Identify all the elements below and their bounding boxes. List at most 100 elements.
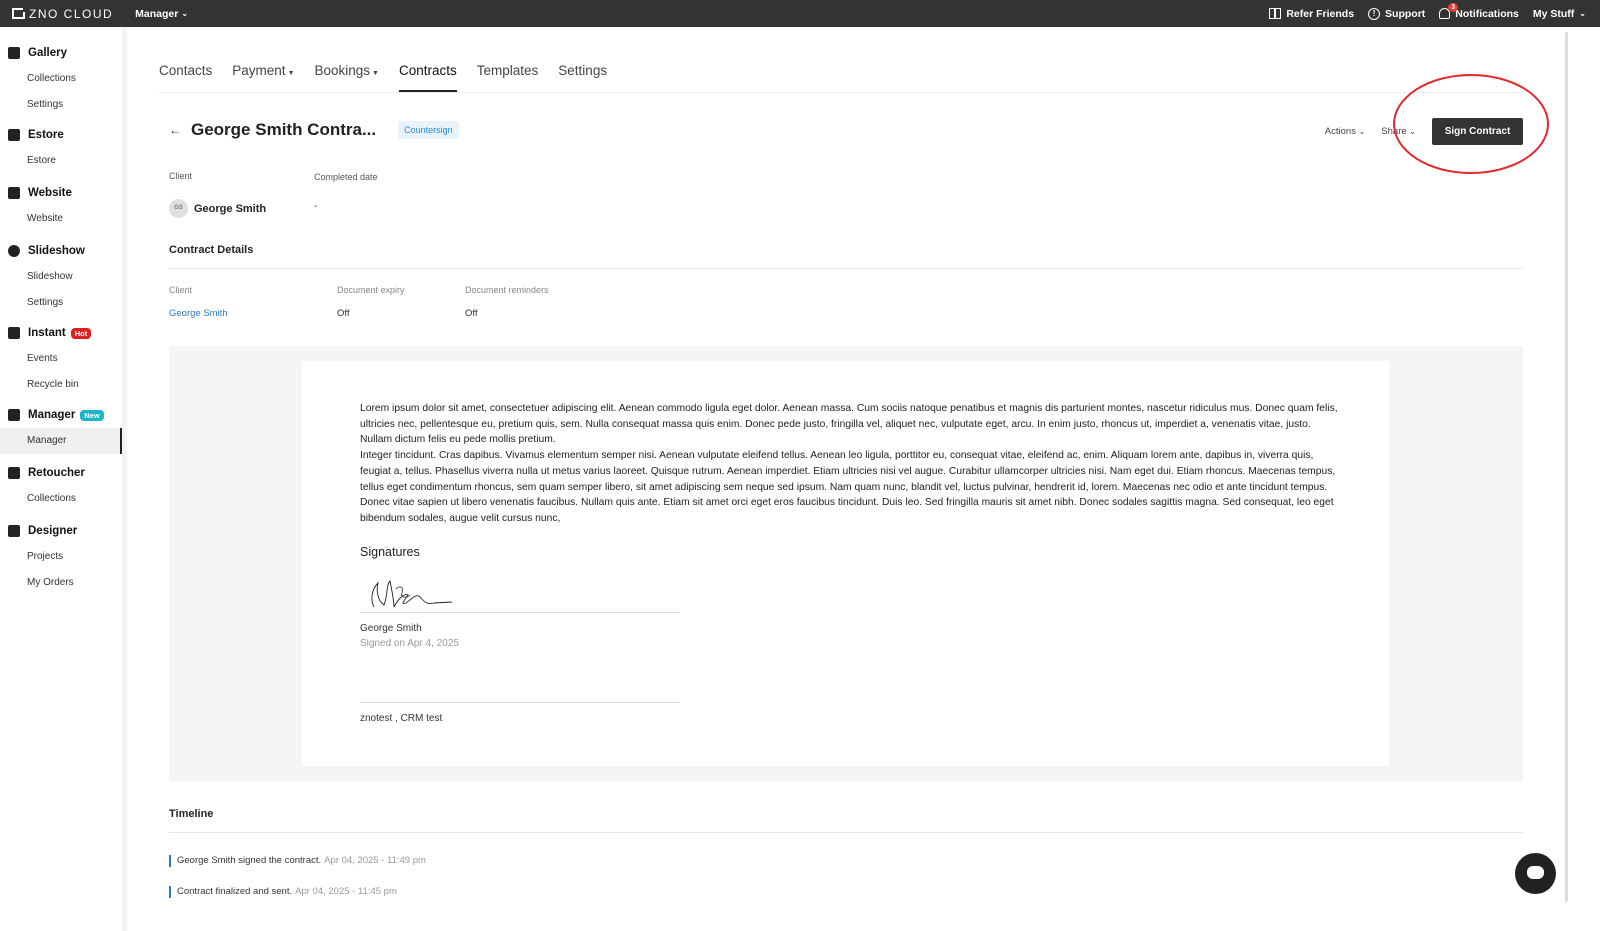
sidebar-item-estore[interactable]: Estore: [8, 122, 122, 148]
tab-label: Payment: [232, 63, 286, 78]
sidebar-item-instant[interactable]: Instant Hot: [8, 320, 122, 346]
divider: [169, 832, 1523, 833]
timeline-time: Apr 04, 2025 - 11:45 pm: [295, 886, 397, 897]
sidebar-item-designer[interactable]: Designer: [8, 518, 122, 544]
sidebar-item-label: Manager: [28, 409, 76, 421]
refer-friends-label: Refer Friends: [1286, 7, 1355, 20]
nav-group-manager: Manager New Manager: [0, 402, 122, 454]
logo-icon: [12, 8, 25, 19]
scrollbar[interactable]: [1565, 32, 1568, 902]
sidebar-item-gallery[interactable]: Gallery: [8, 40, 122, 66]
client-link[interactable]: George Smith: [169, 308, 228, 319]
scrollbar-track: [1565, 27, 1600, 931]
tab-bookings[interactable]: Bookings ▼: [315, 52, 379, 92]
nav-group-slideshow: Slideshow Slideshow Settings: [0, 238, 122, 316]
sidebar-item-gallery-settings[interactable]: Settings: [8, 92, 122, 118]
sidebar-item-website-sub[interactable]: Website: [8, 206, 122, 232]
brand-name: ZNO CLOUD: [29, 6, 114, 21]
brand-logo[interactable]: ZNO CLOUD: [12, 7, 113, 21]
timeline-item: George Smith signed the contract. Apr 04,…: [169, 855, 426, 867]
signature-image: [371, 580, 453, 608]
sidebar-item-instant-recycle[interactable]: Recycle bin: [8, 372, 122, 398]
document-paragraph-2: Integer tincidunt. Cras dapibus. Vivamus…: [360, 450, 1336, 524]
sidebar-item-manager-sub[interactable]: Manager: [0, 428, 122, 454]
avatar: GS: [169, 199, 188, 218]
main-content: Contacts Payment ▼ Bookings ▼ Contracts Te…: [127, 27, 1565, 931]
nav-group-instant: Instant Hot Events Recycle bin: [0, 320, 122, 398]
status-badge: Countersign: [398, 121, 459, 139]
sidebar-item-designer-projects[interactable]: Projects: [8, 544, 122, 570]
my-stuff-menu[interactable]: My Stuff ⌄: [1533, 8, 1586, 20]
info-icon: !: [1368, 7, 1381, 20]
sidebar-item-slideshow[interactable]: Slideshow: [8, 238, 122, 264]
client-name: George Smith: [194, 202, 267, 215]
document-paragraph-1: Lorem ipsum dolor sit amet, consectetuer…: [360, 403, 1338, 446]
sidebar-item-label: Retoucher: [28, 467, 85, 479]
monitor-icon: [8, 187, 20, 199]
sidebar-item-gallery-collections[interactable]: Collections: [8, 66, 122, 92]
signed-date: Signed on Apr 4, 2025: [360, 638, 459, 649]
completed-date-value: -: [314, 201, 318, 212]
sidebar: Gallery Collections Settings Estore Esto…: [0, 27, 122, 931]
refer-friends-link[interactable]: Refer Friends: [1269, 8, 1354, 20]
highlight-annotation: [1393, 74, 1549, 174]
tab-label: Contacts: [159, 63, 213, 78]
tab-label: Bookings: [314, 63, 371, 78]
back-arrow-icon[interactable]: ←: [169, 123, 181, 137]
tab-templates[interactable]: Templates: [477, 52, 539, 92]
chevron-down-icon: ⌄: [1358, 127, 1366, 136]
module-switcher[interactable]: Manager ⌄: [135, 8, 188, 20]
signer-name: George Smith: [360, 623, 422, 634]
film-reel-icon: [8, 245, 20, 257]
nav-group-designer: Designer Projects My Orders: [0, 518, 122, 596]
chevron-down-icon: ⌄: [1579, 9, 1586, 18]
detail-client-label: Client: [169, 285, 193, 295]
sidebar-item-website[interactable]: Website: [8, 180, 122, 206]
sidebar-item-label: Slideshow: [28, 245, 85, 257]
sidebar-item-label: Website: [28, 187, 72, 199]
tab-settings[interactable]: Settings: [558, 52, 607, 92]
sidebar-item-designer-orders[interactable]: My Orders: [8, 570, 122, 596]
signature-line: [360, 612, 680, 613]
document-preview-area: Lorem ipsum dolor sit amet, consectetuer…: [169, 346, 1523, 781]
nav-group-retoucher: Retoucher Collections: [0, 460, 122, 512]
chat-bubble-icon[interactable]: [1515, 853, 1556, 894]
sidebar-item-estore-sub[interactable]: Estore: [8, 148, 122, 174]
sidebar-item-slideshow-sub[interactable]: Slideshow: [8, 264, 122, 290]
tab-payment[interactable]: Payment ▼: [232, 52, 294, 92]
second-party-name: znotest , CRM test: [360, 713, 443, 724]
sidebar-item-manager[interactable]: Manager New: [8, 402, 122, 428]
document-page: Lorem ipsum dolor sit amet, consectetuer…: [302, 361, 1389, 766]
nav-group-estore: Estore Estore: [0, 122, 122, 174]
edit-icon: [8, 467, 20, 479]
timeline-text: Contract finalized and sent.: [177, 886, 293, 897]
hot-badge: Hot: [70, 327, 92, 339]
sidebar-item-instant-events[interactable]: Events: [8, 346, 122, 372]
new-badge: New: [80, 409, 104, 421]
notifications-link[interactable]: 3 Notifications: [1439, 2, 1519, 20]
gift-icon: [1269, 8, 1282, 19]
tab-contracts[interactable]: Contracts: [398, 52, 457, 92]
signature-line: [360, 702, 680, 703]
detail-reminders-label: Document reminders: [465, 285, 549, 295]
nav-group-website: Website Website: [0, 180, 122, 232]
detail-reminders-value: Off: [465, 308, 478, 319]
document-body: Lorem ipsum dolor sit amet, consectetuer…: [360, 401, 1340, 527]
divider: [169, 268, 1523, 269]
contract-details-title: Contract Details: [169, 244, 254, 256]
tab-contacts[interactable]: Contacts: [159, 52, 212, 92]
timeline-title: Timeline: [169, 808, 214, 820]
sidebar-item-retoucher-collections[interactable]: Collections: [8, 486, 122, 512]
support-label: Support: [1385, 7, 1426, 20]
caret-down-icon: ▼: [287, 70, 295, 77]
sidebar-item-slideshow-settings[interactable]: Settings: [8, 290, 122, 316]
tab-label: Templates: [476, 63, 539, 78]
chevron-down-icon: ⌄: [181, 9, 189, 18]
client-label: Client: [169, 171, 193, 181]
actions-dropdown[interactable]: Actions ⌄: [1325, 126, 1366, 137]
page-title: George Smith Contra...: [191, 120, 377, 139]
support-link[interactable]: ! Support: [1368, 7, 1426, 20]
detail-expiry-label: Document expiry: [337, 285, 405, 295]
sidebar-item-retoucher[interactable]: Retoucher: [8, 460, 122, 486]
timeline-text: George Smith signed the contract.: [177, 855, 322, 866]
